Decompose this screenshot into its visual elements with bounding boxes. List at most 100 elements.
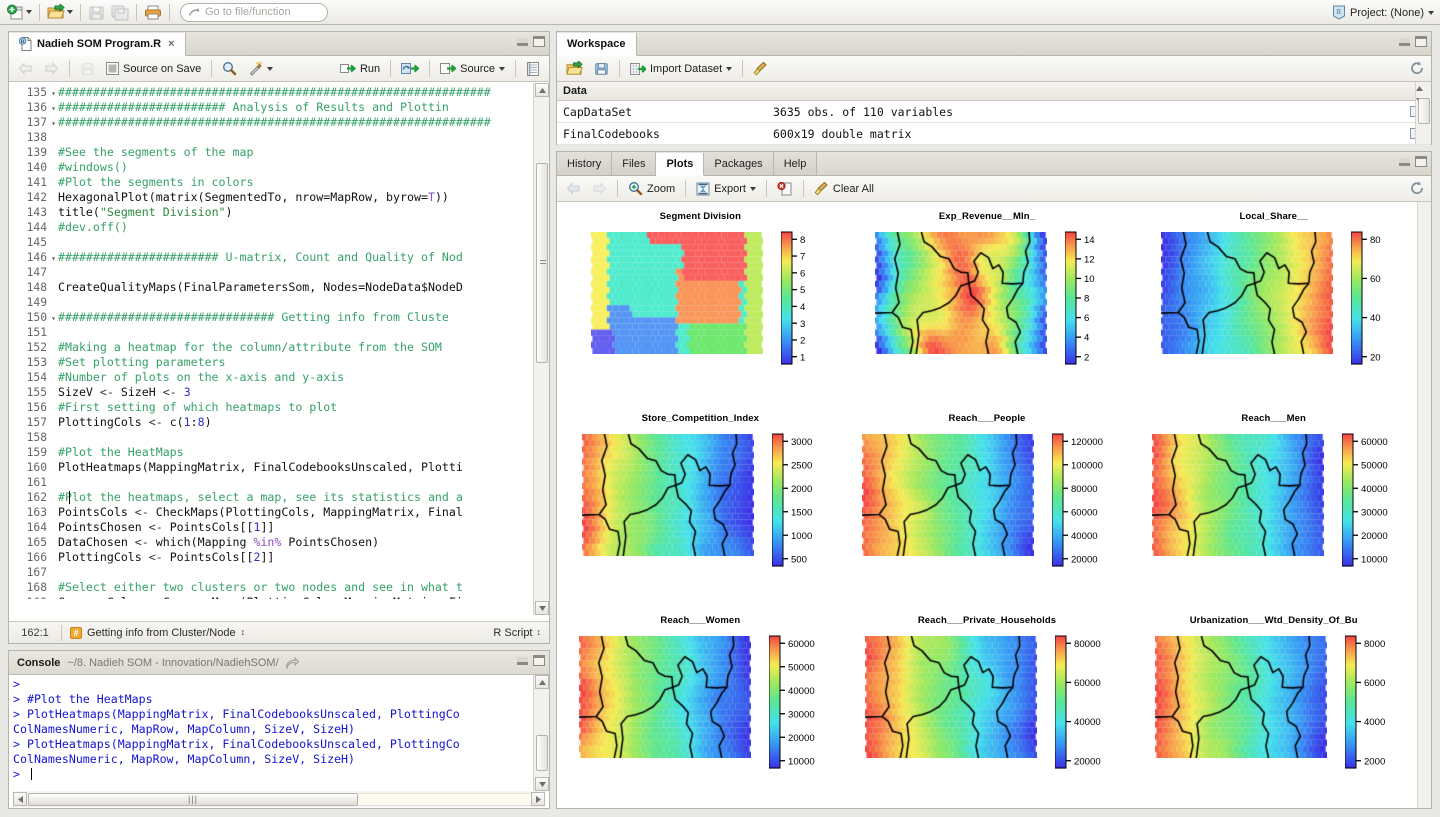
minimize-button[interactable] (517, 38, 528, 46)
svg-text:500: 500 (791, 554, 807, 565)
goto-file-function-input[interactable]: Go to file/function (180, 3, 328, 22)
svg-text:4: 4 (1084, 333, 1090, 344)
new-file-button[interactable] (4, 2, 35, 23)
scroll-down-arrow[interactable] (535, 601, 549, 615)
scroll-right-arrow[interactable] (531, 792, 545, 806)
back-button[interactable] (13, 58, 38, 79)
code-scope-selector[interactable]: # Getting info from Cluster/Node ↕ (62, 627, 493, 639)
code-fold-toggle[interactable]: ▾ (49, 86, 58, 101)
scroll-left-arrow[interactable] (13, 792, 27, 806)
plots-vertical-scrollbar[interactable] (1417, 202, 1431, 808)
scroll-up-arrow[interactable] (535, 83, 549, 97)
clear-workspace-button[interactable] (748, 58, 773, 79)
chevron-down-icon[interactable] (726, 67, 732, 71)
rerun-button[interactable] (396, 58, 424, 79)
toolbar-divider (136, 4, 137, 21)
workspace-row[interactable]: FinalCodebooks600x19 double matrix (557, 123, 1431, 145)
source-button[interactable]: Source (435, 58, 510, 79)
export-label: Export (714, 183, 746, 195)
minimize-button[interactable] (517, 657, 528, 665)
source-on-save-checkbox[interactable]: Source on Save (101, 58, 206, 79)
export-plot-button[interactable]: Export (691, 178, 761, 199)
code-fold-toggle[interactable]: ▾ (49, 311, 58, 326)
code-line: 160PlotHeatmaps(MappingMatrix, FinalCode… (9, 460, 533, 475)
arrow-right-icon (592, 182, 607, 195)
source-save-button[interactable] (75, 58, 100, 79)
run-button[interactable]: Run (335, 58, 385, 79)
console-hscroll-thumb[interactable]: ||| (28, 793, 358, 806)
maximize-button[interactable] (533, 655, 545, 666)
tab-plots[interactable]: Plots (656, 153, 704, 176)
scroll-down-arrow[interactable] (535, 777, 549, 791)
import-dataset-button[interactable]: Import Dataset (625, 58, 737, 79)
minimize-button[interactable] (1399, 38, 1410, 46)
next-plot-button[interactable] (587, 178, 612, 199)
maximize-button[interactable] (1415, 36, 1427, 47)
document-type-selector[interactable]: R Script ↕ (493, 627, 549, 639)
source-scroll-thumb[interactable] (536, 163, 548, 363)
line-number: 161 (9, 475, 49, 490)
code-fold-toggle[interactable]: ▾ (49, 116, 58, 131)
code-fold-toggle[interactable]: ▾ (49, 251, 58, 266)
chevron-down-icon[interactable] (267, 67, 273, 71)
workspace-vertical-scrollbar[interactable] (1415, 82, 1431, 144)
scroll-up-arrow[interactable] (535, 675, 549, 689)
previous-plot-button[interactable] (561, 178, 586, 199)
project-menu[interactable]: R Project: (None) (1332, 0, 1434, 25)
code-tools-button[interactable] (243, 58, 278, 79)
code-token: PointsChosen) (288, 535, 379, 549)
save-button[interactable] (85, 2, 108, 23)
chevron-down-icon[interactable] (26, 10, 32, 14)
code-token: #dev.off() (58, 220, 128, 234)
workspace-row[interactable]: CapDataSet3635 obs. of 110 variables (557, 101, 1431, 123)
zoom-plot-button[interactable]: Zoom (623, 178, 680, 199)
show-document-outline-button[interactable] (521, 58, 545, 79)
heatmap-canvas (591, 232, 763, 354)
remove-plot-button[interactable] (772, 178, 798, 199)
save-all-button[interactable] (108, 2, 132, 23)
scroll-up-arrow[interactable] (1416, 82, 1431, 94)
code-token: <- (135, 505, 156, 519)
tab-history[interactable]: History (557, 152, 612, 175)
toolbar-divider (685, 180, 686, 197)
refresh-plots-button[interactable] (1409, 180, 1425, 199)
chevron-down-icon[interactable] (750, 187, 756, 191)
close-icon[interactable]: × (168, 38, 174, 50)
minimize-button[interactable] (1399, 158, 1410, 166)
tab-help[interactable]: Help (774, 152, 818, 175)
clear-all-plots-button[interactable]: Clear All (809, 178, 879, 199)
chevron-down-icon[interactable] (67, 10, 73, 14)
plot-cell: Store_Competition_Index50010001500200025… (557, 404, 844, 606)
console-scroll-thumb[interactable] (536, 735, 548, 771)
maximize-button[interactable] (1415, 156, 1427, 167)
source-tab-nadieh-som-program-r[interactable]: R Nadieh SOM Program.R × (9, 33, 186, 56)
console-horizontal-scrollbar[interactable]: ||| (13, 791, 545, 807)
tab-workspace[interactable]: Workspace (557, 33, 637, 56)
forward-button[interactable] (39, 58, 64, 79)
load-workspace-button[interactable] (561, 58, 588, 79)
chevron-down-icon[interactable] (499, 67, 505, 71)
print-button[interactable] (141, 2, 165, 23)
open-folder-icon (47, 4, 65, 21)
console-vertical-scrollbar[interactable] (533, 675, 549, 791)
workspace-object-name: FinalCodebooks (557, 127, 773, 141)
maximize-button[interactable] (533, 36, 545, 47)
refresh-workspace-button[interactable] (1409, 60, 1425, 79)
chevron-down-icon[interactable] (1428, 11, 1434, 15)
tab-packages[interactable]: Packages (704, 152, 773, 175)
workspace-scroll-thumb[interactable] (1418, 98, 1430, 124)
source-code-area[interactable]: 135▾####################################… (9, 83, 549, 615)
open-file-button[interactable] (44, 2, 76, 23)
tab-files[interactable]: Files (612, 152, 656, 175)
code-token: "Segment Division" (100, 205, 226, 219)
code-fold-toggle[interactable]: ▾ (49, 101, 58, 116)
heatmap-canvas (579, 636, 751, 758)
plot-title: Reach___Private_Households (844, 606, 1131, 626)
printer-icon (144, 4, 162, 21)
source-vertical-scrollbar[interactable] (533, 83, 549, 615)
open-in-new-window-icon[interactable] (286, 657, 299, 669)
find-replace-button[interactable] (217, 58, 242, 79)
save-workspace-button[interactable] (589, 58, 614, 79)
checkbox-icon[interactable] (106, 62, 119, 75)
console-output[interactable]: > > #Plot the HeatMaps> PlotHeatmaps(Map… (9, 675, 549, 791)
